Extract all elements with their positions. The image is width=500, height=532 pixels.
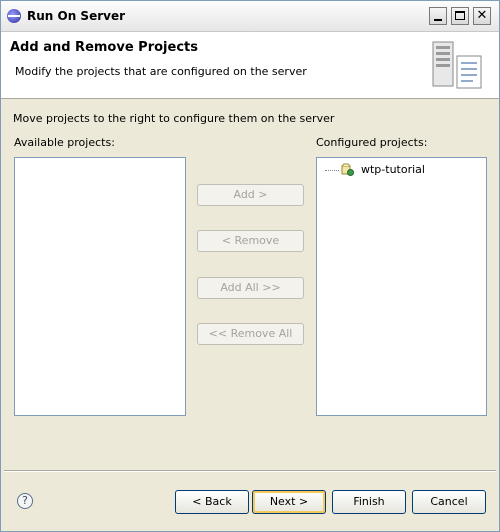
- footer-separator: [4, 470, 496, 472]
- close-button[interactable]: ✕: [473, 7, 491, 25]
- configured-projects-label: Configured projects:: [316, 136, 428, 149]
- remove-button[interactable]: < Remove: [197, 230, 304, 252]
- instructions-text: Move projects to the right to configure …: [13, 112, 335, 125]
- eclipse-icon: [7, 9, 21, 23]
- help-icon[interactable]: ?: [17, 493, 33, 509]
- run-on-server-dialog: Run On Server ✕ Add and Remove Projects …: [0, 0, 500, 532]
- web-project-icon: [341, 163, 354, 176]
- configured-projects-list[interactable]: wtp-tutorial: [316, 157, 487, 416]
- page-description: Modify the projects that are configured …: [15, 65, 307, 78]
- available-projects-list[interactable]: [14, 157, 186, 416]
- next-button[interactable]: Next >: [252, 490, 326, 514]
- title-bar[interactable]: Run On Server ✕: [1, 1, 499, 32]
- finish-button[interactable]: Finish: [332, 490, 406, 514]
- minimize-button[interactable]: [429, 7, 447, 25]
- remove-all-button[interactable]: << Remove All: [197, 323, 304, 345]
- cancel-button[interactable]: Cancel: [412, 490, 486, 514]
- add-all-button[interactable]: Add All >>: [197, 277, 304, 299]
- available-projects-label: Available projects:: [14, 136, 115, 149]
- window-title: Run On Server: [27, 9, 126, 23]
- tree-connector: [325, 170, 339, 171]
- maximize-button[interactable]: [451, 7, 469, 25]
- back-button[interactable]: < Back: [175, 490, 249, 514]
- wizard-banner: Add and Remove Projects Modify the proje…: [1, 32, 499, 99]
- server-wizard-icon: [432, 41, 482, 89]
- tree-item-label: wtp-tutorial: [361, 163, 425, 176]
- close-icon: ✕: [476, 8, 488, 23]
- page-title: Add and Remove Projects: [10, 40, 198, 55]
- add-button[interactable]: Add >: [197, 184, 304, 206]
